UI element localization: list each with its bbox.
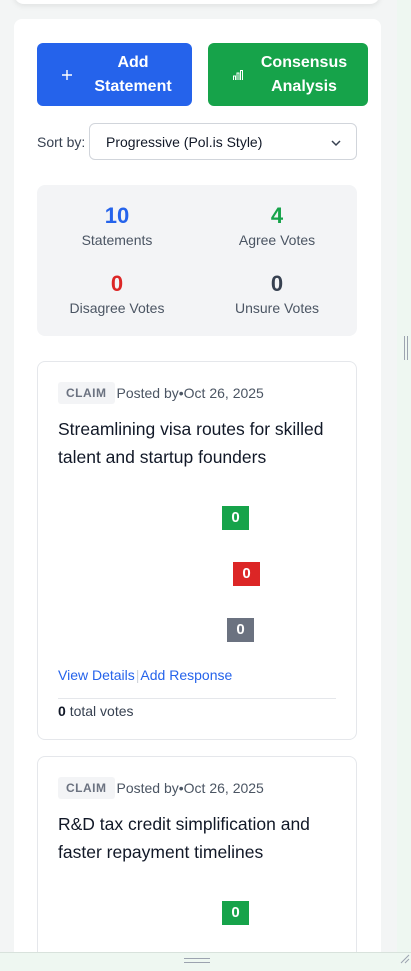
add-statement-button[interactable]: Add Statement — [37, 43, 192, 106]
total-votes: 0 total votes — [58, 701, 134, 721]
bar-chart-icon — [232, 69, 254, 81]
stat-statements-label: Statements — [81, 232, 153, 248]
stat-disagree-label: Disagree Votes — [69, 300, 165, 316]
add-statement-label: Add Statement — [94, 53, 172, 95]
stat-statements: 10 Statements — [37, 203, 197, 249]
stat-statements-value: 10 — [104, 203, 130, 228]
statement-type-badge: CLAIM — [58, 382, 115, 404]
plus-icon — [61, 69, 83, 81]
posted-by-label: Posted by — [116, 385, 179, 401]
view-details-link[interactable]: View Details — [58, 667, 135, 683]
agree-count: 0 — [222, 506, 249, 530]
consensus-analysis-label: Consensus Analysis — [260, 53, 348, 95]
bottom-resize-handle[interactable] — [184, 958, 210, 963]
action-separator: | — [135, 667, 140, 683]
statement-card: CLAIM Posted by • Oct 26, 2025 R&D tax c… — [37, 756, 357, 959]
stat-agree: 4 Agree Votes — [197, 203, 357, 249]
statement-meta: CLAIM Posted by • Oct 26, 2025 — [58, 382, 264, 404]
chevron-down-icon — [330, 136, 342, 152]
stat-agree-value: 4 — [270, 203, 284, 228]
stats-summary: 10 Statements 4 Agree Votes 0 Disagree V… — [37, 185, 357, 336]
side-resize-handle[interactable] — [404, 336, 408, 360]
agree-count: 0 — [222, 901, 249, 925]
stat-disagree: 0 Disagree Votes — [37, 271, 197, 317]
statement-card: CLAIM Posted by • Oct 26, 2025 Streamlin… — [37, 361, 357, 740]
total-votes-label: total votes — [69, 703, 134, 719]
stat-unsure: 0 Unsure Votes — [197, 271, 357, 317]
statement-meta: CLAIM Posted by • Oct 26, 2025 — [58, 777, 264, 799]
statement-title: Streamlining visa routes for skilled tal… — [58, 419, 324, 467]
posted-by-label: Posted by — [116, 780, 179, 796]
statement-date: Oct 26, 2025 — [183, 780, 264, 796]
sort-select[interactable]: Progressive (Pol.is Style) — [89, 123, 357, 160]
statements-panel: Add Statement Consensus Analysis Sort by… — [14, 19, 381, 959]
previous-card-edge — [14, 0, 380, 4]
stat-unsure-label: Unsure Votes — [234, 300, 320, 316]
statement-type-badge: CLAIM — [58, 777, 115, 799]
side-resize-gutter — [397, 0, 411, 952]
consensus-analysis-button[interactable]: Consensus Analysis — [208, 43, 368, 106]
stat-disagree-value: 0 — [110, 271, 124, 296]
resize-corner-icon[interactable] — [398, 951, 410, 969]
stat-unsure-value: 0 — [270, 271, 284, 296]
disagree-count: 0 — [233, 562, 260, 586]
total-votes-count: 0 — [58, 703, 66, 719]
card-divider — [58, 698, 336, 699]
statement-date: Oct 26, 2025 — [183, 385, 264, 401]
add-response-link[interactable]: Add Response — [140, 667, 232, 683]
sort-label: Sort by: — [37, 134, 86, 150]
sort-row: Sort by: Progressive (Pol.is Style) — [37, 123, 357, 161]
stat-agree-label: Agree Votes — [238, 232, 316, 248]
statement-title: R&D tax credit simplification and faster… — [58, 814, 310, 862]
unsure-count: 0 — [227, 618, 254, 642]
sort-selected-value: Progressive (Pol.is Style) — [106, 133, 263, 150]
card-actions: View Details | Add Response — [58, 667, 232, 683]
